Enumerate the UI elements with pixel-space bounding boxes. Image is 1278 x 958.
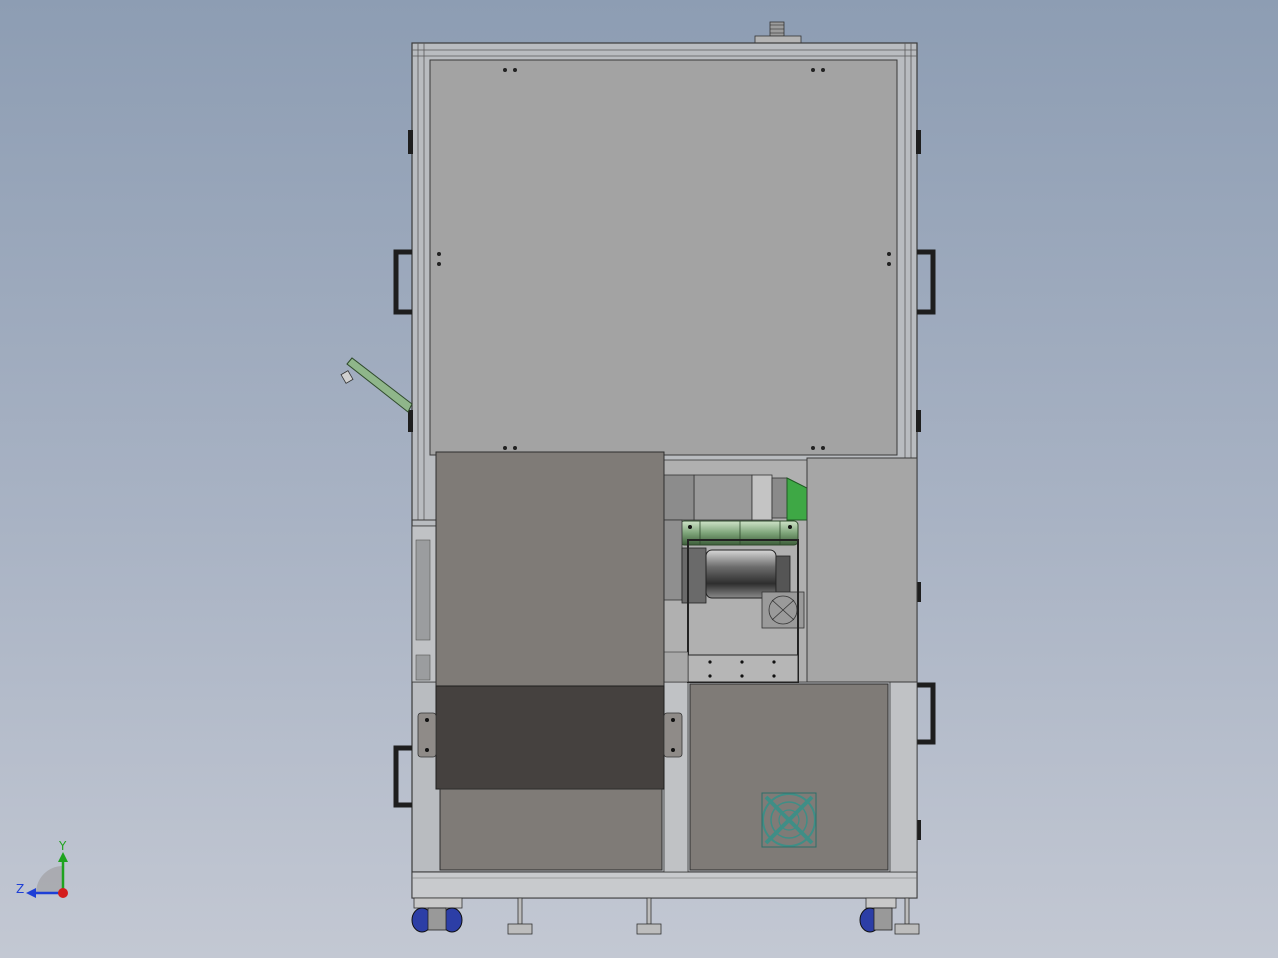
right-side-panel [806,457,918,683]
triad-z-label: Z [16,882,24,896]
right-caster-wheel [859,897,897,933]
top-vent-fitting [754,21,802,44]
lower-right-panel [689,683,889,871]
lower-left-bay [439,788,663,871]
green-lever-arm [340,357,413,413]
upper-access-panel [429,59,898,456]
left-upper-handle[interactable] [393,249,412,315]
triad-y-label: Y [58,839,67,853]
right-lower-handle[interactable] [917,682,936,745]
left-lower-handle[interactable] [393,745,412,808]
front-cover-panel [417,451,683,790]
internal-mechanism [663,459,808,683]
right-upper-handle[interactable] [917,249,936,315]
leveling-feet [507,897,920,935]
left-caster-wheels [411,897,463,933]
machine-drawing: Y Z [16,21,936,935]
cad-viewport[interactable]: Y Z [0,0,1278,958]
coordinate-triad[interactable]: Y Z [16,839,68,898]
